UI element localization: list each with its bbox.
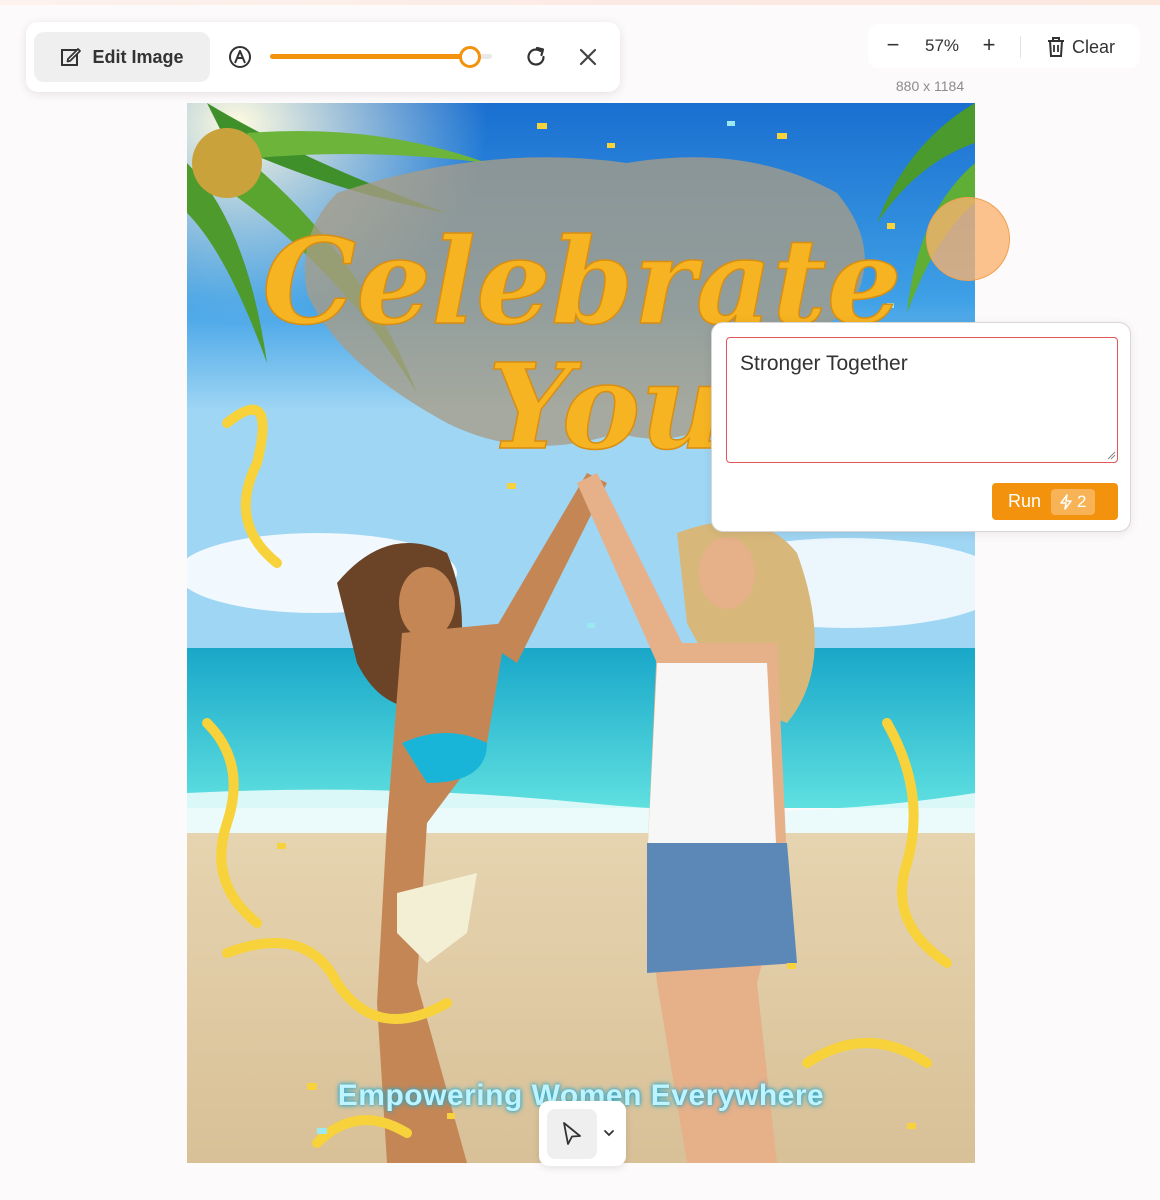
redo-icon[interactable] — [522, 43, 550, 71]
image-dimensions: 880 x 1184 — [895, 78, 965, 94]
clear-button[interactable]: Clear — [1046, 34, 1115, 60]
zoom-out-button[interactable]: − — [880, 34, 906, 58]
edit-image-button[interactable]: Edit Image — [34, 32, 210, 82]
chevron-down-icon[interactable] — [601, 1125, 617, 1141]
brush-size-slider[interactable] — [270, 46, 492, 68]
brush-cursor — [926, 197, 1010, 281]
slider-thumb[interactable] — [458, 46, 481, 68]
zoom-in-button[interactable]: + — [976, 33, 1002, 57]
edit-square-icon — [61, 48, 82, 66]
prompt-input[interactable] — [726, 337, 1118, 463]
credit-count: 2 — [1077, 491, 1087, 511]
run-label: Run — [1008, 491, 1042, 511]
pointer-tool-button[interactable] — [547, 1109, 597, 1159]
slider-fill — [270, 54, 470, 59]
prompt-popup: Run 2 — [711, 322, 1131, 532]
zoom-panel: − 57% + Clear — [868, 24, 1140, 68]
run-button[interactable]: Run 2 — [992, 483, 1118, 520]
resize-handle-icon[interactable] — [1106, 450, 1116, 460]
zoom-divider — [1020, 36, 1021, 58]
edit-image-label: Edit Image — [92, 46, 184, 67]
close-icon[interactable] — [574, 43, 602, 71]
trash-icon — [1048, 37, 1064, 57]
top-edge-band — [0, 0, 1160, 5]
lightning-icon — [1060, 493, 1072, 510]
credit-badge: 2 — [1051, 488, 1095, 515]
clear-label: Clear — [1072, 36, 1116, 57]
pointer-icon — [563, 1122, 581, 1145]
tool-selector — [539, 1101, 626, 1166]
sea — [187, 648, 975, 808]
edit-toolbar: Edit Image — [26, 22, 620, 92]
headline-line2: You — [488, 337, 726, 476]
brush-icon[interactable] — [228, 45, 252, 69]
zoom-level: 57% — [924, 36, 960, 55]
image-canvas[interactable]: Celebrate You Empowering Women Everywher… — [187, 103, 975, 1163]
